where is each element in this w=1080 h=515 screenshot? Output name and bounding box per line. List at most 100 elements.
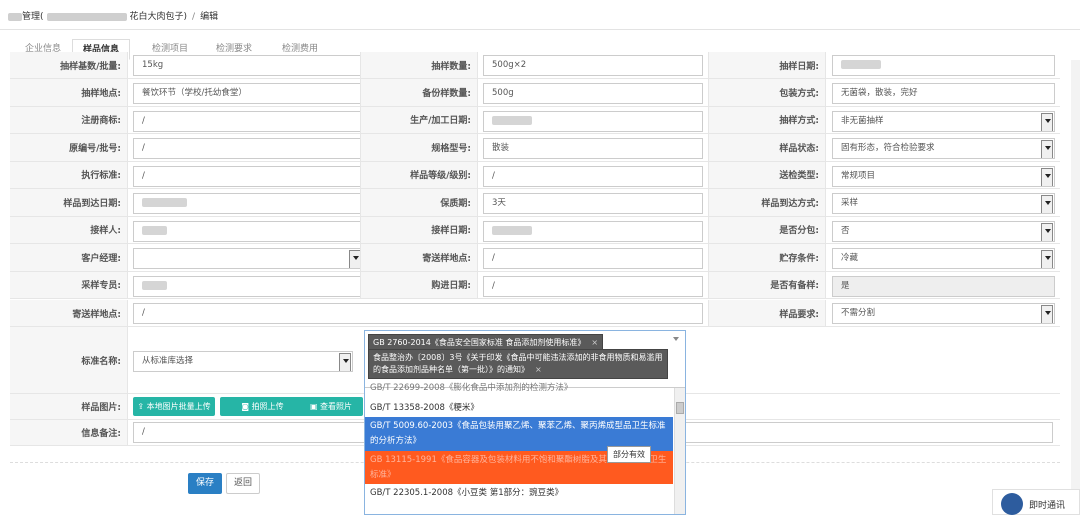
field-label: 接样人: [10, 216, 128, 243]
field-label: 包装方式: [708, 79, 826, 106]
field-label: 标准名称: [10, 327, 128, 393]
form-row: 抽样基数/批量: 15kg 抽样数量: 500g×2 抽样日期: [10, 52, 1060, 79]
input-field[interactable] [483, 110, 703, 132]
input-field[interactable]: 散装 [483, 138, 703, 159]
input-field[interactable] [133, 275, 363, 297]
chevron-down-icon [1045, 173, 1051, 178]
redacted-value [841, 60, 881, 69]
field-label: 抽样地点: [10, 79, 128, 106]
field-label: 样品等级/级别: [360, 161, 478, 188]
input-field[interactable] [483, 220, 703, 242]
breadcrumb-current[interactable]: 编辑 [200, 12, 218, 22]
top-bar: 管理(花白大肉包子) / 编辑 [0, 0, 1080, 30]
field-label: 抽样方式: [708, 106, 826, 133]
input-field[interactable]: 500g×2 [483, 55, 703, 76]
select-field[interactable]: 冷藏 [832, 248, 1055, 269]
chevron-down-icon [1045, 201, 1051, 205]
field-label: 样品到达方式: [708, 189, 826, 216]
redacted-value [492, 115, 532, 125]
field-label: 寄送样地点: [360, 244, 478, 271]
field-label: 购进日期: [360, 271, 478, 298]
field-label: 执行标准: [10, 161, 128, 188]
input-field[interactable] [133, 193, 363, 214]
dropdown-option[interactable]: GB/T 13358-2008《粳米》 [365, 401, 673, 416]
field-label: 寄送样地点: [10, 300, 128, 326]
standard-source-select[interactable]: 从标准库选择 [133, 351, 353, 372]
page-scrollbar[interactable] [1071, 60, 1080, 490]
standard-multiselect-dropdown[interactable]: GB 2760-2014《食品安全国家标准 食品添加剂使用标准》 × 食品整治办〔… [364, 330, 686, 515]
input-field[interactable]: / [133, 138, 363, 159]
field-label: 抽样日期: [708, 52, 826, 78]
select-field[interactable]: 采样 [832, 193, 1055, 214]
field-label: 生产/加工日期: [360, 106, 478, 133]
field-label: 抽样数量: [360, 52, 478, 78]
input-field[interactable]: 15kg [133, 55, 363, 76]
breadcrumb-suffix: 花白大肉包子) [129, 12, 188, 22]
input-field[interactable]: 是 [832, 275, 1055, 297]
select-field[interactable]: 否 [832, 220, 1055, 242]
redacted-text [46, 12, 127, 21]
remove-tag-icon[interactable]: × [591, 338, 598, 347]
field-label: 送检类型: [708, 161, 826, 188]
form-row: 原编号/批号: / 规格型号: 散装 样品状态: 固有形态，符合检验要求 [10, 134, 1060, 162]
field-label: 客户经理: [10, 244, 128, 271]
field-label: 贮存条件: [708, 244, 826, 271]
input-field[interactable]: 无菌袋，散装，完好 [832, 83, 1055, 104]
redacted-value [142, 225, 167, 235]
field-label: 原编号/批号: [10, 134, 128, 161]
redacted-text [8, 12, 22, 21]
chevron-down-icon [1045, 311, 1051, 315]
select-field[interactable] [133, 248, 363, 269]
batch-upload-button[interactable]: ⇪ 本地图片批量上传 [133, 397, 215, 416]
back-button[interactable]: 返回 [226, 473, 260, 494]
input-field[interactable]: 500g [483, 83, 703, 104]
instant-message-widget[interactable]: 即时通讯 [992, 489, 1080, 515]
save-button[interactable]: 保存 [188, 473, 222, 494]
selected-tag[interactable]: 食品整治办〔2008〕3号《关于印发《食品中可能违法添加的非食用物质和易滥用的食… [368, 349, 668, 379]
chevron-down-icon [1045, 256, 1051, 260]
form-row: 抽样地点: 餐饮环节（学校/托幼食堂） 备份样数量: 500g 包装方式: 无菌袋，散装，… [10, 79, 1060, 107]
field-label: 规格型号: [360, 134, 478, 161]
selected-tags-box[interactable]: GB 2760-2014《食品安全国家标准 食品添加剂使用标准》 × 食品整治办〔… [365, 331, 685, 388]
field-label: 采样专员: [10, 271, 128, 298]
input-field[interactable]: / [483, 248, 703, 269]
scroll-thumb[interactable] [676, 402, 684, 414]
form-row: 寄送样地点: / 样品要求: 不需分割 [10, 300, 1060, 327]
field-label: 信息备注: [10, 420, 128, 445]
form-row: 执行标准: / 样品等级/级别: / 送检类型: 常规项目 [10, 161, 1060, 189]
form-row: 采样专员: 购进日期: / 是否有备样: 是 [10, 271, 1060, 299]
redacted-value [142, 198, 187, 207]
form-row: 注册商标: / 生产/加工日期: 抽样方式: 非无菌抽样 [10, 106, 1060, 134]
dropdown-option[interactable]: GB/T 22305.1-2008《小豆类 第1部分：豌豆类》 [365, 486, 673, 501]
camera-upload-button[interactable]: ◙ 拍照上传 [220, 397, 305, 416]
select-field[interactable]: 常规项目 [832, 165, 1055, 187]
input-field[interactable]: / [133, 165, 363, 187]
input-field[interactable]: 3天 [483, 193, 703, 214]
chevron-down-icon [343, 359, 349, 363]
form-row: 接样人: 接样日期: 是否分包: 否 [10, 216, 1060, 244]
remove-tag-icon[interactable]: × [535, 365, 542, 374]
form-row: 样品到达日期: 保质期: 3天 样品到达方式: 采样 [10, 189, 1060, 217]
breadcrumb: 管理(花白大肉包子) / 编辑 [8, 9, 218, 22]
dropdown-option[interactable]: GB/T 22699-2008《膨化食品中添加剂的检测方法》 [365, 381, 673, 396]
chevron-down-icon [1045, 118, 1051, 123]
chat-label: 即时通讯 [1029, 501, 1066, 511]
input-field[interactable]: / [483, 165, 703, 187]
field-label: 保质期: [360, 189, 478, 216]
field-label: 样品要求: [708, 300, 826, 326]
tooltip: 部分有效 [607, 446, 651, 463]
input-field[interactable]: / [133, 110, 363, 132]
input-field[interactable]: 餐饮环节（学校/托幼食堂） [133, 83, 363, 104]
chevron-down-icon[interactable] [673, 337, 679, 341]
input-field[interactable]: / [483, 275, 703, 297]
field-label: 接样日期: [360, 216, 478, 243]
sample-requirement-select[interactable]: 不需分割 [832, 303, 1055, 324]
dropdown-scrollbar[interactable] [674, 388, 685, 514]
send-location-field[interactable]: / [133, 303, 703, 324]
select-field[interactable]: 非无菌抽样 [832, 110, 1055, 132]
input-field[interactable] [133, 220, 363, 242]
input-field[interactable] [832, 55, 1055, 76]
view-photos-button[interactable]: ▣ 查看照片 [299, 397, 363, 416]
field-label: 样品状态: [708, 134, 826, 161]
select-field[interactable]: 固有形态，符合检验要求 [832, 138, 1055, 159]
